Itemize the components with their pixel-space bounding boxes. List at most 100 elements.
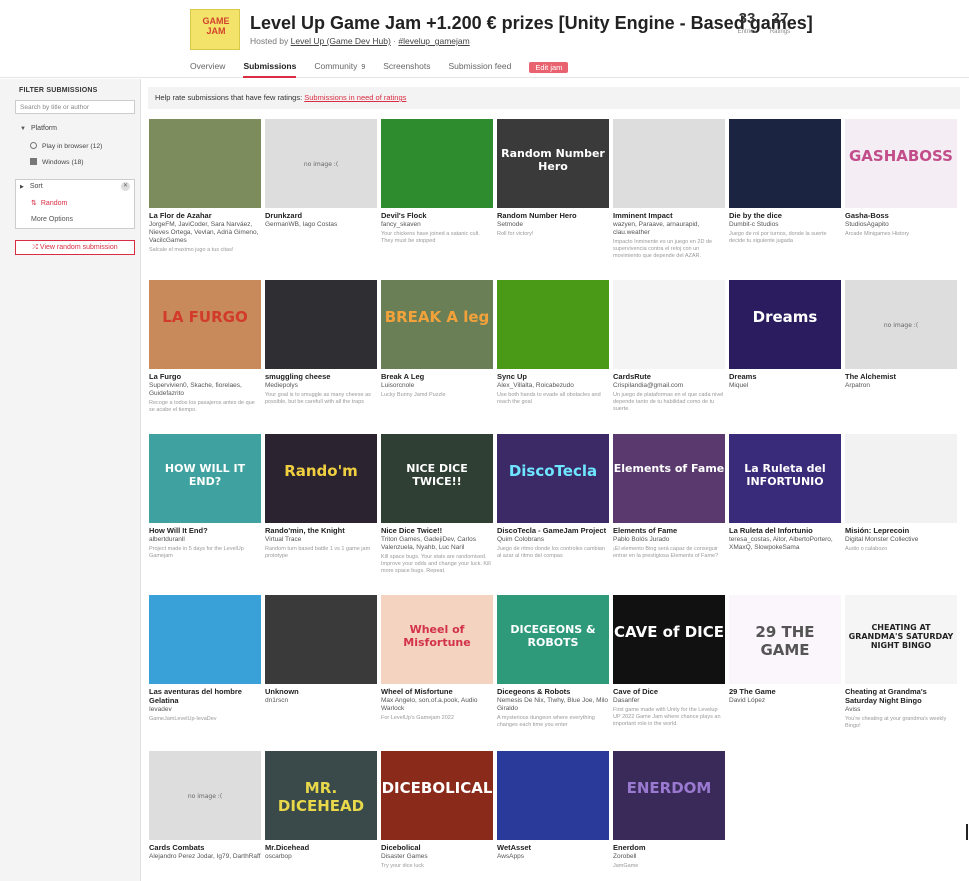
game-title[interactable]: Misión: Leprecoin [845, 526, 957, 535]
game-card[interactable]: BREAK A leg Break A Leg Luisorcnole Lucky B… [381, 280, 493, 399]
game-title[interactable]: The Alchemist [845, 372, 957, 381]
jam-logo[interactable]: GAME JAM [190, 9, 240, 50]
game-title[interactable]: Dicebolical [381, 843, 493, 852]
game-title[interactable]: Dreams [729, 372, 841, 381]
game-author[interactable]: teresa_costas, Aitor, AlbertoPortero, XM… [729, 536, 841, 552]
game-title[interactable]: Die by the dice [729, 211, 841, 220]
game-thumbnail[interactable]: DICEBOLICAL [381, 751, 493, 840]
game-card[interactable]: MR. DICEHEAD Mr.Dicehead oscarbop [265, 751, 377, 863]
game-author[interactable]: JorgeFM, JaviCoder, Sara Narváez, Nieves… [149, 221, 261, 245]
platform-browser[interactable]: Play in browser (12) [30, 142, 102, 150]
game-card[interactable]: DICEGEONS & ROBOTS Dicegeons & Robots Neme… [497, 595, 609, 729]
game-card[interactable]: Rando'm Rando'min, the Knight Virtual Trac… [265, 434, 377, 560]
view-random-submission-button[interactable]: ⤮ View random submission [15, 240, 135, 255]
game-card[interactable]: Devil's Flock fancy_skaven Your chickens h… [381, 119, 493, 245]
game-card[interactable]: La Flor de Azahar JorgeFM, JaviCoder, Sar… [149, 119, 261, 254]
game-title[interactable]: La Furgo [149, 372, 261, 381]
game-thumbnail[interactable]: no image :( [265, 119, 377, 208]
game-thumbnail[interactable]: LA FURGO [149, 280, 261, 369]
game-card[interactable]: DiscoTecla DiscoTecla - GameJam Project Qu… [497, 434, 609, 560]
game-title[interactable]: Dicegeons & Robots [497, 687, 609, 696]
game-card[interactable]: La Ruleta del INFORTUNIO La Ruleta del In… [729, 434, 841, 554]
game-title[interactable]: Unknown [265, 687, 377, 696]
game-title[interactable]: WetAsset [497, 843, 609, 852]
game-title[interactable]: Nice Dice Twice!! [381, 526, 493, 535]
game-title[interactable]: CardsRute [613, 372, 725, 381]
platform-toggle[interactable]: ▼ Platform [20, 125, 57, 132]
game-thumbnail[interactable]: BREAK A leg [381, 280, 493, 369]
game-title[interactable]: La Ruleta del Infortunio [729, 526, 841, 535]
game-title[interactable]: Wheel of Misfortune [381, 687, 493, 696]
game-card[interactable]: Imminent Impact wazyen, Paraave, arnaurap… [613, 119, 725, 260]
game-thumbnail[interactable]: CAVE of DICE [613, 595, 725, 684]
game-card[interactable]: ENERDOM Enerdom Zorobell JamGame [613, 751, 725, 870]
game-author[interactable]: Alejandro Perez Jodar, Ig79, DarthRaff [149, 853, 261, 861]
game-thumbnail[interactable]: no image :( [845, 280, 957, 369]
tab-submissions[interactable]: Submissions [243, 59, 297, 78]
game-thumbnail[interactable]: MR. DICEHEAD [265, 751, 377, 840]
close-icon[interactable]: ✕ [121, 182, 130, 191]
game-thumbnail[interactable] [613, 280, 725, 369]
game-thumbnail[interactable]: La Ruleta del INFORTUNIO [729, 434, 841, 523]
game-title[interactable]: Cheating at Grandma's Saturday Night Bin… [845, 687, 957, 705]
game-author[interactable]: Pablo Bolós Jurado [613, 536, 725, 544]
game-thumbnail[interactable] [729, 119, 841, 208]
game-title[interactable]: Rando'min, the Knight [265, 526, 377, 535]
game-thumbnail[interactable] [497, 280, 609, 369]
search-input[interactable] [15, 100, 135, 114]
game-title[interactable]: Las aventuras del hombre Gelatina [149, 687, 261, 705]
game-author[interactable]: David López [729, 697, 841, 705]
game-author[interactable]: wazyen, Paraave, arnaurapid, clau.weathe… [613, 221, 725, 237]
game-thumbnail[interactable] [845, 434, 957, 523]
game-author[interactable]: Digital Monster Collective [845, 536, 957, 544]
game-author[interactable]: Virtual Trace [265, 536, 377, 544]
game-card[interactable]: CHEATING AT GRANDMA'S SATURDAY NIGHT BIN… [845, 595, 957, 730]
game-author[interactable]: Aviss [845, 706, 957, 714]
game-author[interactable]: GermanWB, Iago Costas [265, 221, 377, 229]
game-thumbnail[interactable] [497, 751, 609, 840]
game-thumbnail[interactable] [613, 119, 725, 208]
game-author[interactable]: Mediepolys [265, 382, 377, 390]
game-thumbnail[interactable]: HOW WILL IT END? [149, 434, 261, 523]
game-title[interactable]: La Flor de Azahar [149, 211, 261, 220]
game-author[interactable]: albertduranll [149, 536, 261, 544]
game-card[interactable]: Dreams Dreams Miquel [729, 280, 841, 392]
game-thumbnail[interactable] [149, 119, 261, 208]
game-author[interactable]: Zorobell [613, 853, 725, 861]
game-author[interactable]: AwsApps [497, 853, 609, 861]
game-title[interactable]: Gasha-Boss [845, 211, 957, 220]
game-card[interactable]: no image :(Cards Combats Alejandro Perez … [149, 751, 261, 863]
game-card[interactable]: Sync Up Alex_Villalta, Roicabezudo Use bot… [497, 280, 609, 406]
game-card[interactable]: Las aventuras del hombre Gelatina Ievadev… [149, 595, 261, 723]
more-options-link[interactable]: More Options [31, 216, 73, 223]
game-thumbnail[interactable]: Elements of Fame [613, 434, 725, 523]
game-author[interactable]: Triton Games, GadejiDev, Carlos Valenzue… [381, 536, 493, 552]
game-author[interactable]: dn1rscn [265, 697, 377, 705]
game-title[interactable]: Random Number Hero [497, 211, 609, 220]
game-card[interactable]: Random Number Hero Random Number Hero Setm… [497, 119, 609, 238]
game-thumbnail[interactable] [149, 595, 261, 684]
game-thumbnail[interactable]: CHEATING AT GRANDMA'S SATURDAY NIGHT BIN… [845, 595, 957, 684]
platform-windows[interactable]: Windows (18) [30, 158, 84, 166]
game-author[interactable]: Arpatron [845, 382, 957, 390]
game-card[interactable]: no image :( The Alchemist Arpatron [845, 280, 957, 392]
game-thumbnail[interactable] [265, 280, 377, 369]
game-thumbnail[interactable]: Rando'm [265, 434, 377, 523]
game-card[interactable]: CardsRute Crispilandia@gmail.com Un juego … [613, 280, 725, 413]
game-card[interactable]: GASHABOSS Gasha-Boss StudiosAgapito Arcade … [845, 119, 957, 238]
game-author[interactable]: fancy_skaven [381, 221, 493, 229]
game-thumbnail[interactable]: ENERDOM [613, 751, 725, 840]
game-thumbnail[interactable]: NICE DICE TWICE!! [381, 434, 493, 523]
game-card[interactable]: smuggling cheese Mediepolys Your goal is t… [265, 280, 377, 406]
game-author[interactable]: Miquel [729, 382, 841, 390]
game-title[interactable]: DiscoTecla - GameJam Project [497, 526, 609, 535]
game-card[interactable]: CAVE of DICE Cave of Dice Dasanfer First ga… [613, 595, 725, 728]
sort-random-option[interactable]: ⇅ Random [31, 199, 67, 207]
game-thumbnail[interactable]: GASHABOSS [845, 119, 957, 208]
game-title[interactable]: Sync Up [497, 372, 609, 381]
game-thumbnail[interactable] [265, 595, 377, 684]
game-author[interactable]: Crispilandia@gmail.com [613, 382, 725, 390]
game-author[interactable]: StudiosAgapito [845, 221, 957, 229]
game-title[interactable]: Imminent Impact [613, 211, 725, 220]
game-thumbnail[interactable]: 29 THE GAME [729, 595, 841, 684]
